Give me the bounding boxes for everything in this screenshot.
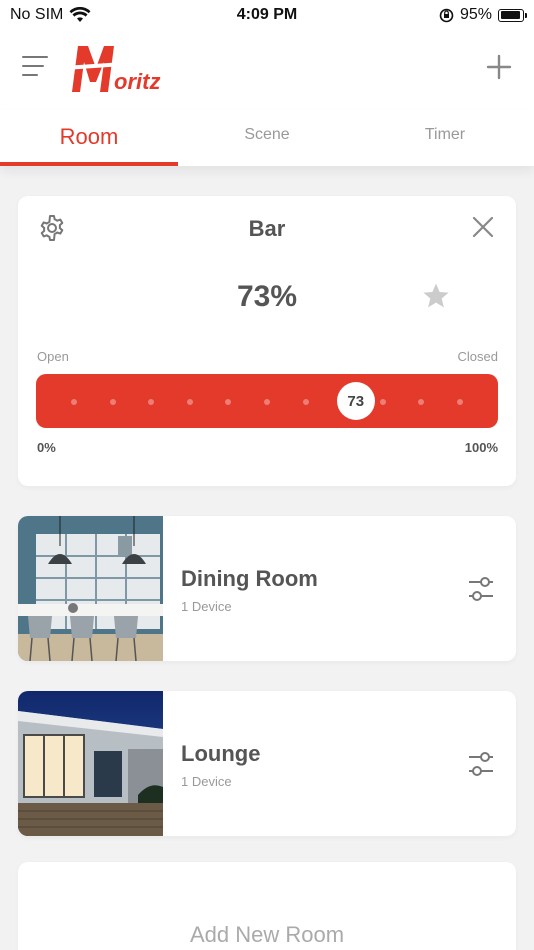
slider-step-dot <box>186 399 193 405</box>
status-left: No SIM <box>10 6 190 24</box>
slider-step-dot <box>264 399 270 405</box>
closed-label: Closed <box>457 349 498 364</box>
wifi-icon <box>69 7 91 22</box>
slider-step-dot <box>418 399 425 405</box>
battery-icon <box>498 8 527 22</box>
room-name: Lounge <box>181 741 261 766</box>
add-new-room-label: Add New Room <box>189 922 345 947</box>
slider-step-dot <box>302 399 309 405</box>
device-count: 1 Device <box>181 599 232 614</box>
dining-room-photo <box>18 516 163 661</box>
logo-wordmark: oritz <box>114 69 160 94</box>
lounge-photo <box>18 691 163 836</box>
slider-step-dot <box>379 399 386 405</box>
tab-bar: Room Scene Timer <box>0 110 534 166</box>
carrier-label: No SIM <box>10 6 64 23</box>
moritz-logo: oritz <box>70 46 160 94</box>
tab-timer[interactable]: Timer <box>356 110 534 166</box>
tab-room[interactable]: Room <box>0 110 178 166</box>
menu-icon[interactable] <box>22 56 48 80</box>
room-card-dining-room[interactable]: Dining Room 1 Device <box>18 516 516 661</box>
orientation-lock-icon <box>439 8 454 22</box>
tab-scene[interactable]: Scene <box>178 110 356 166</box>
slider-step-dot <box>148 399 155 405</box>
min-label: 0% <box>37 440 56 455</box>
sliders-icon[interactable] <box>468 751 494 777</box>
plus-icon[interactable] <box>486 54 512 80</box>
add-new-room-card[interactable]: Add New Room <box>18 862 516 950</box>
status-time: 4:09 PM <box>236 6 298 23</box>
max-label: 100% <box>464 440 498 455</box>
slider-step-dot <box>457 399 463 405</box>
slider-step-dot <box>109 399 116 405</box>
app-header: oritz <box>0 30 534 110</box>
room-name: Dining Room <box>181 566 318 591</box>
room-card-lounge[interactable]: Lounge 1 Device <box>18 691 516 836</box>
bar-control-card: Bar 73% Open Closed 73 0% 100% <box>18 196 516 486</box>
card-title: Bar <box>248 216 286 241</box>
status-bar: No SIM 4:09 PM 95% <box>0 0 534 30</box>
battery-fill <box>500 11 521 19</box>
close-icon[interactable] <box>472 216 494 238</box>
open-label: Open <box>37 349 69 364</box>
slider-knob[interactable]: 73 <box>336 382 375 420</box>
sliders-icon[interactable] <box>468 576 494 602</box>
position-slider[interactable]: 73 <box>36 374 498 428</box>
device-count: 1 Device <box>181 774 232 789</box>
slider-step-dot <box>225 399 232 405</box>
slider-step-dot <box>71 399 77 405</box>
battery-percent: 95% <box>459 6 492 23</box>
star-icon[interactable] <box>422 282 450 310</box>
status-right: 95% <box>344 6 527 24</box>
